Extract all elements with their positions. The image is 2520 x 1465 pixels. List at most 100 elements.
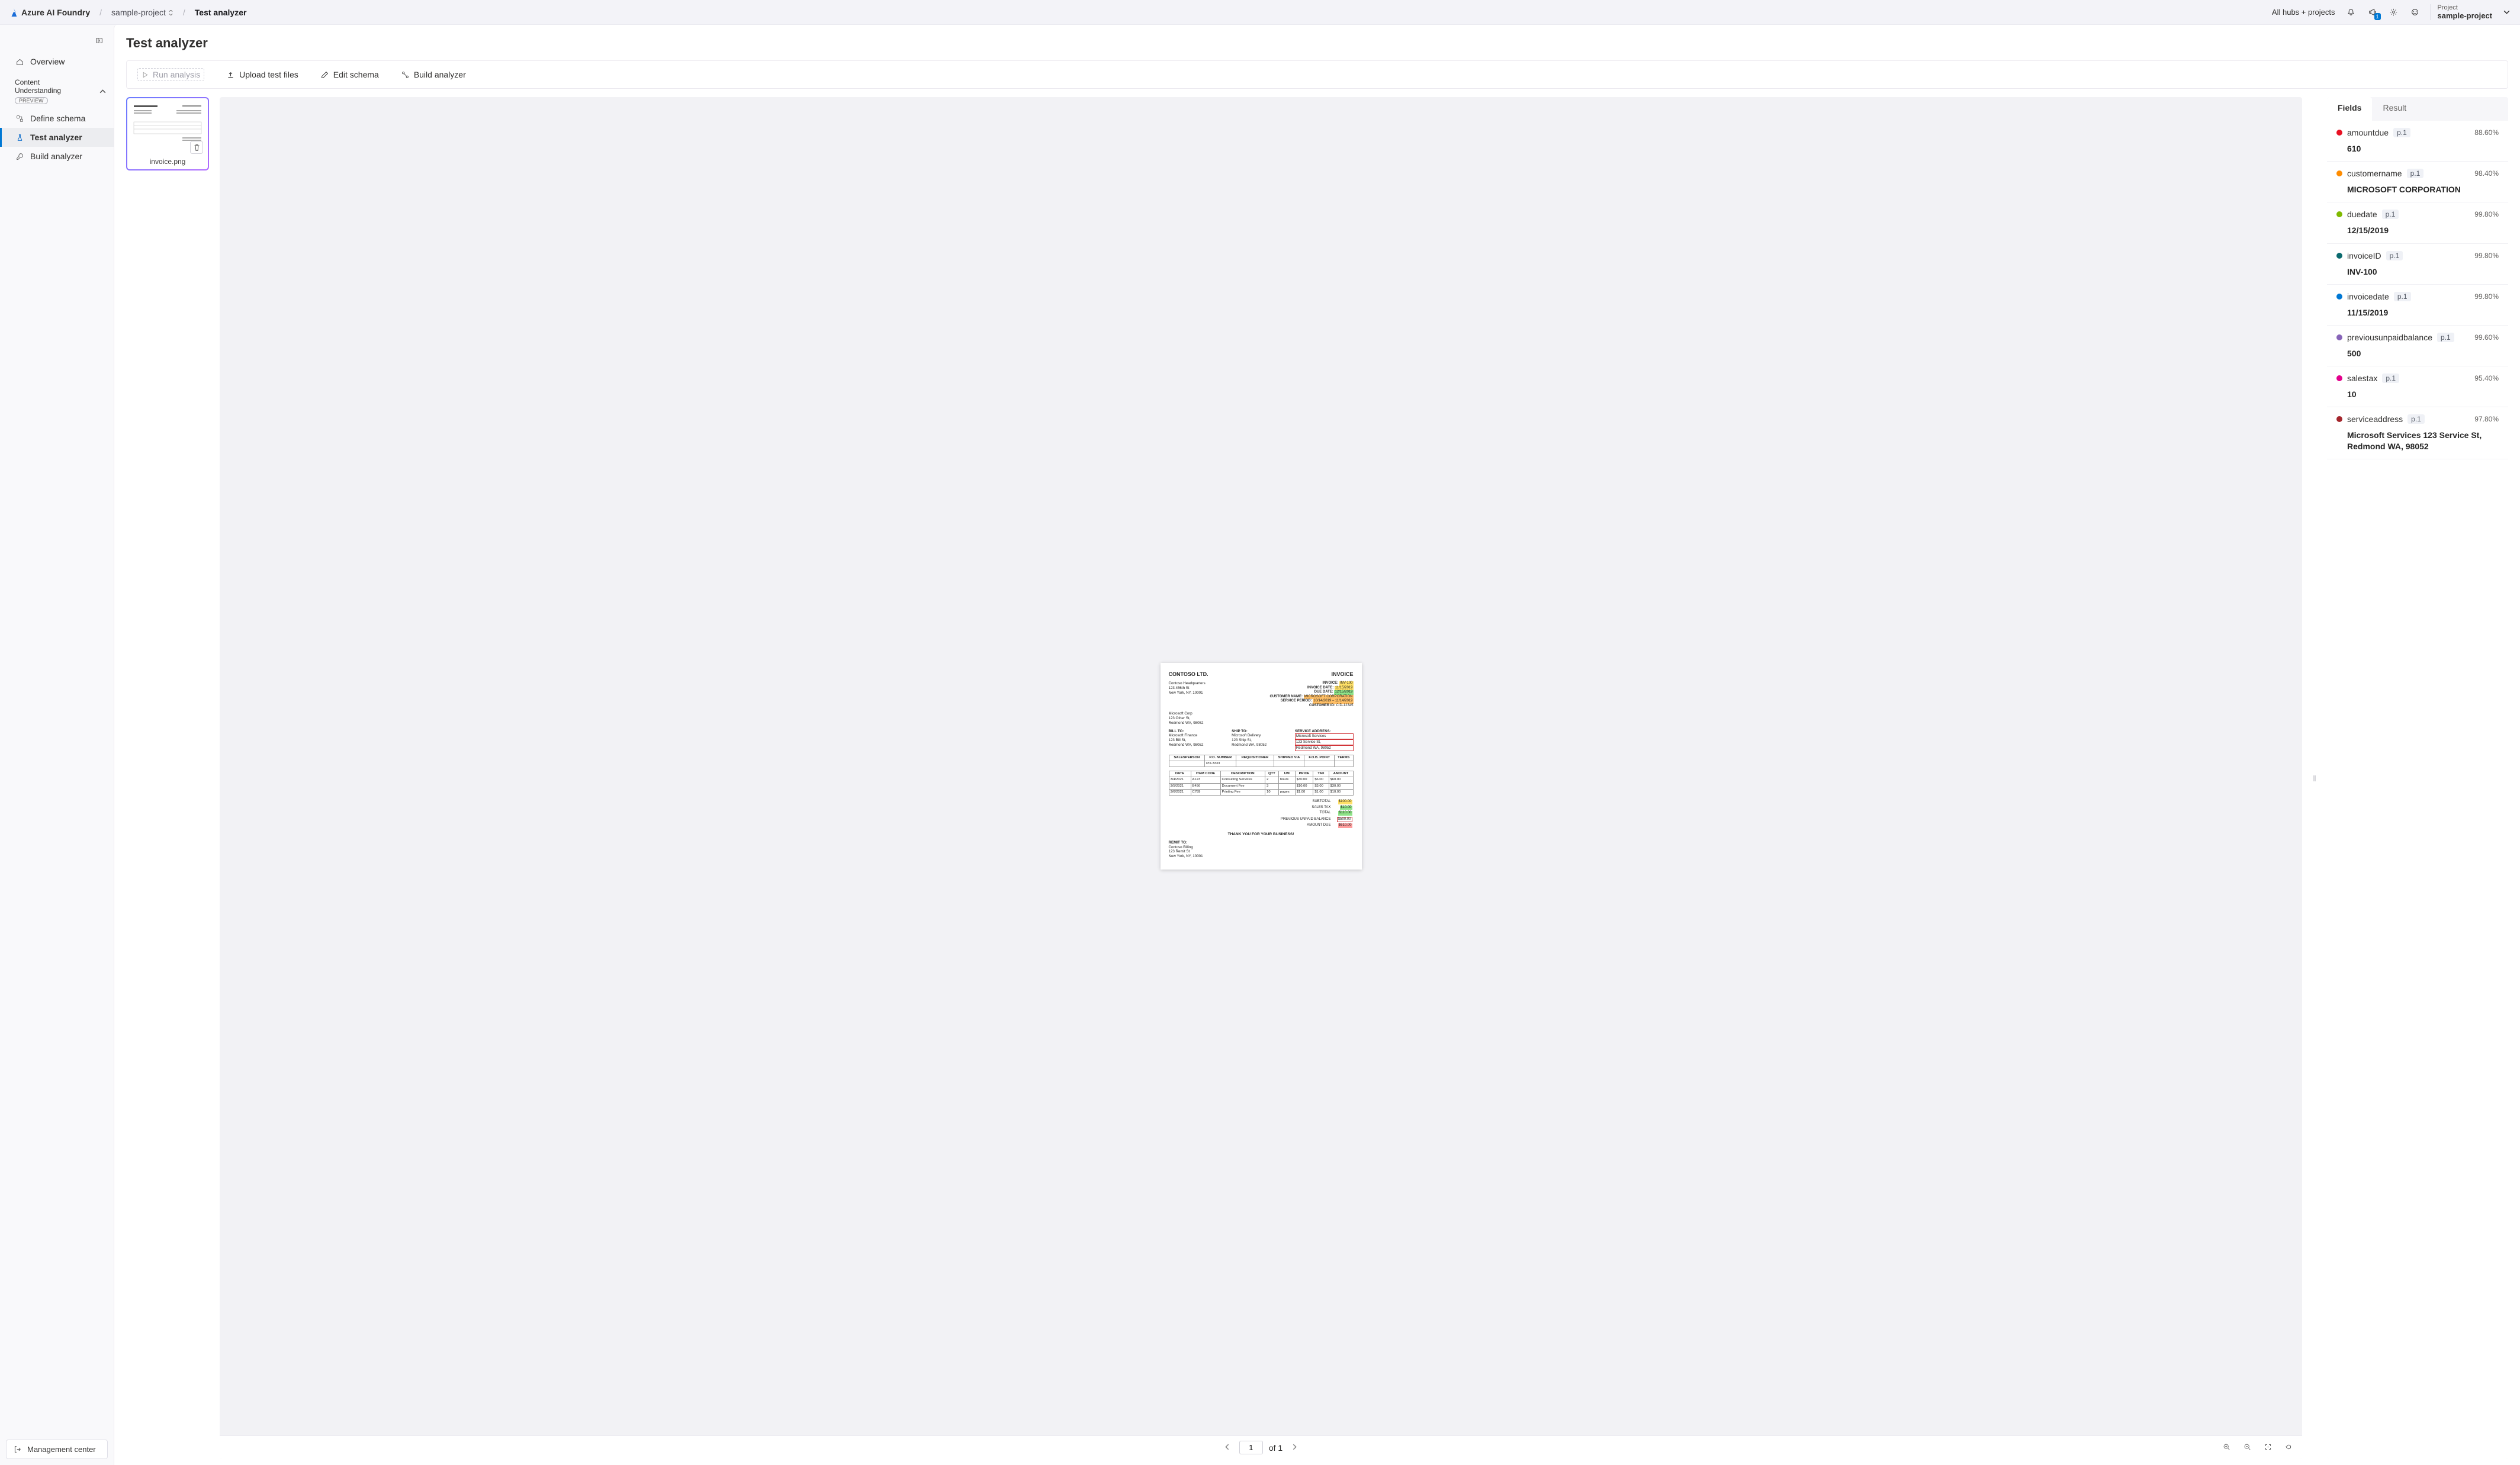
meta-val: 10/14/2019 – 11/14/2019 <box>1313 699 1353 704</box>
settings-icon[interactable] <box>2387 6 2400 19</box>
meta-val: CID-12345 <box>1336 704 1353 707</box>
field-page-pill: p.1 <box>2382 374 2399 383</box>
nav-test-analyzer-label: Test analyzer <box>30 133 82 142</box>
feedback-icon[interactable] <box>2409 6 2422 19</box>
viewer-next-page[interactable] <box>1288 1443 1301 1453</box>
project-switcher[interactable]: Project sample-project <box>2430 4 2511 20</box>
field-color-dot <box>2336 416 2342 422</box>
nav-overview-label: Overview <box>30 57 65 66</box>
field-item[interactable]: serviceaddress p.1 97.80% Microsoft Serv… <box>2327 407 2508 459</box>
field-list[interactable]: amountdue p.1 88.60% 610 customername p.… <box>2327 121 2508 1459</box>
doc-company: CONTOSO LTD. <box>1169 671 1208 678</box>
wrench-icon <box>15 153 24 160</box>
field-item[interactable]: customername p.1 98.40% MICROSOFT CORPOR… <box>2327 162 2508 202</box>
nav-define-schema[interactable]: Define schema <box>0 109 114 128</box>
field-value: INV-100 <box>2347 266 2499 277</box>
brand[interactable]: Azure AI Foundry <box>9 8 90 17</box>
field-color-dot <box>2336 375 2342 381</box>
field-value: 500 <box>2347 348 2499 359</box>
management-center-button[interactable]: Management center <box>6 1440 108 1459</box>
nav-test-analyzer[interactable]: Test analyzer <box>0 128 114 147</box>
field-confidence: 99.80% <box>2474 292 2499 301</box>
meta-label: CUSTOMER ID: <box>1309 704 1335 707</box>
crumb-sep: / <box>96 8 105 17</box>
result-tabs: Fields Result <box>2327 97 2508 121</box>
doc-billto-h: BILL TO: <box>1169 729 1184 733</box>
field-item[interactable]: invoiceID p.1 99.80% INV-100 <box>2327 244 2508 285</box>
field-confidence: 98.40% <box>2474 169 2499 178</box>
upload-files-button[interactable]: Upload test files <box>223 67 302 82</box>
tab-fields[interactable]: Fields <box>2327 97 2372 121</box>
field-color-dot <box>2336 253 2342 259</box>
nav-group-line2: Understanding <box>15 86 61 95</box>
doc-meta: INVOICE: INV-100 INVOICE DATE: 11/15/201… <box>1269 681 1353 708</box>
azure-logo-icon <box>9 8 18 17</box>
field-color-dot <box>2336 130 2342 136</box>
field-page-pill: p.1 <box>2394 292 2411 301</box>
meta-label: SERVICE PERIOD: <box>1281 699 1312 703</box>
field-confidence: 99.80% <box>2474 210 2499 218</box>
field-item[interactable]: amountdue p.1 88.60% 610 <box>2327 121 2508 162</box>
document-viewer: CONTOSO LTD. INVOICE Contoso Headquarter… <box>220 97 2302 1459</box>
hubs-switcher[interactable]: All hubs + projects <box>2272 8 2336 17</box>
tab-result[interactable]: Result <box>2372 97 2417 121</box>
rotate-icon[interactable] <box>2283 1443 2295 1453</box>
doc-svc-h: SERVICE ADDRESS: <box>1295 729 1331 733</box>
field-color-dot <box>2336 170 2342 176</box>
field-item[interactable]: salestax p.1 95.40% 10 <box>2327 366 2508 407</box>
doc-shipto-block: Microsoft Corp123 Other St,Redmond WA, 9… <box>1169 711 1354 725</box>
upload-icon <box>227 71 234 79</box>
field-name: serviceaddress <box>2347 414 2403 424</box>
field-name: duedate <box>2347 210 2377 219</box>
sidebar-collapse-button[interactable] <box>95 37 103 46</box>
project-switch-label: Project <box>2438 4 2492 11</box>
trash-icon <box>193 144 201 152</box>
nav-overview[interactable]: Overview <box>0 52 114 71</box>
field-item[interactable]: invoicedate p.1 99.80% 11/15/2019 <box>2327 285 2508 326</box>
doc-remit: Contoso Billing123 Remit StNew York, NY,… <box>1169 845 1354 859</box>
workspace: invoice.png CONTOSO LTD. INVOICE Contoso… <box>126 97 2508 1459</box>
meta-val: INV-100 <box>1339 681 1354 686</box>
field-name: customername <box>2347 169 2402 178</box>
chevron-up-icon <box>99 88 107 95</box>
megaphone-icon[interactable] <box>2366 6 2379 19</box>
zoom-in-icon[interactable] <box>2220 1443 2233 1453</box>
field-value: 610 <box>2347 143 2499 154</box>
field-page-pill: p.1 <box>2393 128 2410 137</box>
viewer-canvas[interactable]: CONTOSO LTD. INVOICE Contoso Headquarter… <box>220 97 2302 1435</box>
bell-icon[interactable] <box>2345 6 2358 19</box>
field-item[interactable]: previousunpaidbalance p.1 99.60% 500 <box>2327 326 2508 366</box>
home-icon <box>15 58 24 66</box>
build-analyzer-button[interactable]: Build analyzer <box>398 67 470 82</box>
management-center-label: Management center <box>27 1445 96 1454</box>
meta-val: 11/15/2019 <box>1335 686 1354 691</box>
field-page-pill: p.1 <box>2382 210 2399 219</box>
fit-icon[interactable] <box>2262 1443 2274 1453</box>
field-item[interactable]: duedate p.1 99.80% 12/15/2019 <box>2327 202 2508 243</box>
doc-svcaddr: Microsoft Services123 Service St,Redmond… <box>1295 733 1354 751</box>
viewer-prev-page[interactable] <box>1221 1443 1233 1453</box>
invoice-document: CONTOSO LTD. INVOICE Contoso Headquarter… <box>1161 663 1362 870</box>
toolbar: Run analysis Upload test files Edit sche… <box>126 60 2508 89</box>
doc-shipto: Microsoft Delivery123 Ship St,Redmond WA… <box>1232 733 1290 747</box>
splitter-handle[interactable]: ‖ <box>2313 97 2316 1459</box>
layout: Overview Content Understanding PREVIEW D… <box>0 25 2520 1465</box>
viewer-page-input[interactable] <box>1239 1441 1263 1454</box>
nav-build-analyzer[interactable]: Build analyzer <box>0 147 114 166</box>
field-value: Microsoft Services 123 Service St, Redmo… <box>2347 430 2499 451</box>
viewer-footer: of 1 <box>220 1435 2302 1459</box>
chevron-down-icon <box>2503 8 2511 16</box>
exit-icon <box>14 1445 21 1453</box>
edit-schema-button[interactable]: Edit schema <box>317 67 382 82</box>
field-confidence: 99.80% <box>2474 252 2499 260</box>
viewer-zoom-controls <box>2220 1443 2295 1453</box>
zoom-out-icon[interactable] <box>2241 1443 2254 1453</box>
thumbnail-item[interactable]: invoice.png <box>126 97 209 170</box>
field-confidence: 97.80% <box>2474 415 2499 423</box>
upload-files-label: Upload test files <box>239 70 298 79</box>
thumbnail-delete-button[interactable] <box>190 141 203 154</box>
nav-group-content-understanding[interactable]: Content Understanding PREVIEW <box>0 71 114 109</box>
field-page-pill: p.1 <box>2407 169 2424 178</box>
field-name: invoicedate <box>2347 292 2389 301</box>
crumb-project[interactable]: sample-project <box>111 8 173 17</box>
